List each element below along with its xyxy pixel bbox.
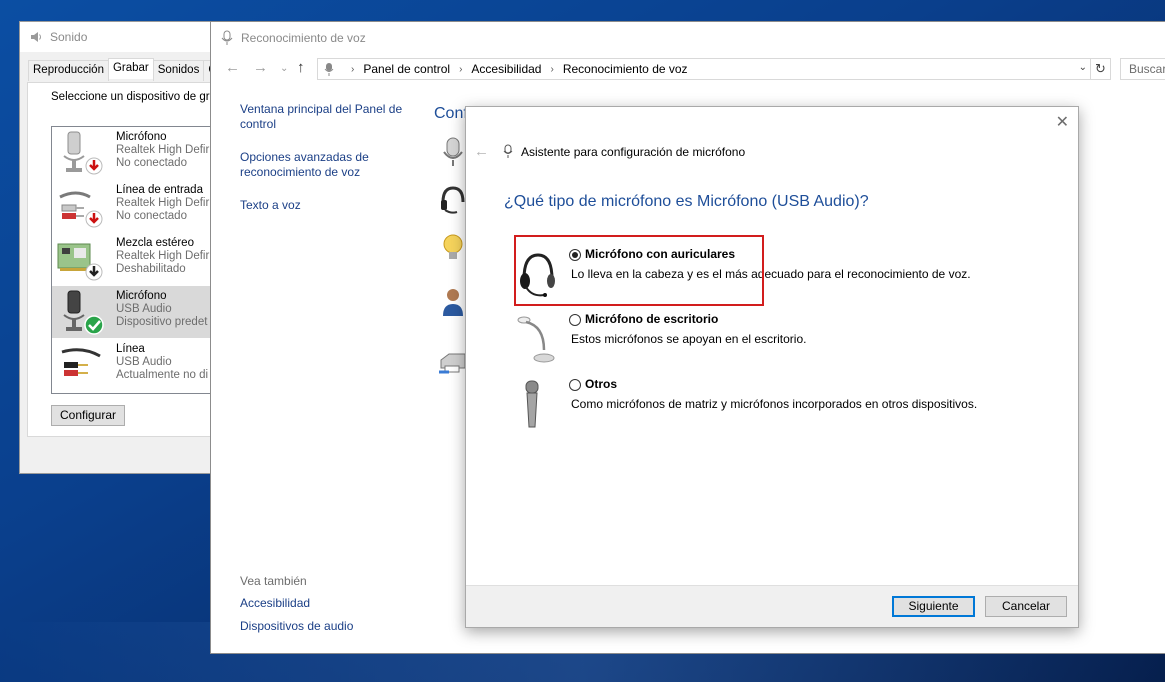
- device-name: Micrófono: [116, 290, 167, 302]
- desktop-microphone-icon: [517, 316, 555, 363]
- link-dispositivos-audio[interactable]: Dispositivos de audio: [240, 619, 353, 634]
- navigation-bar: ← → ⌄ ↑ › Panel de control › Accesibilid…: [211, 57, 1165, 81]
- radio-other[interactable]: [569, 379, 581, 391]
- left-nav: Ventana principal del Panel de control O…: [240, 102, 410, 231]
- sound-window: Sonido Reproducción Grabar Sonidos C Sel…: [19, 21, 222, 474]
- breadcrumb-reconocimiento[interactable]: Reconocimiento de voz: [563, 62, 688, 76]
- configure-button[interactable]: Configurar: [51, 405, 125, 426]
- list-item-linea-entrada[interactable]: Línea de entrada Realtek High Defir No c…: [52, 180, 220, 232]
- device-name: Línea de entrada: [116, 184, 203, 196]
- option-description: Estos micrófonos se apoyan en el escrito…: [571, 332, 807, 346]
- sound-tabs: Reproducción Grabar Sonidos C: [28, 58, 222, 81]
- breadcrumb-separator-icon: ›: [351, 63, 355, 75]
- option-desktop-microphone[interactable]: Micrófono de escritorio Estos micrófonos…: [510, 310, 1030, 370]
- device-status: Deshabilitado: [116, 263, 186, 275]
- device-name: Línea: [116, 343, 145, 355]
- wizard-title: Asistente para configuración de micrófon…: [521, 144, 746, 159]
- device-driver: Realtek High Defir: [116, 144, 210, 156]
- tab-sonidos[interactable]: Sonidos: [152, 60, 205, 81]
- microphone-icon: [503, 144, 513, 158]
- link-panel-principal[interactable]: Ventana principal del Panel de control: [240, 102, 410, 132]
- device-status: No conectado: [116, 210, 187, 222]
- microphone-icon: [63, 290, 104, 335]
- device-driver: USB Audio: [116, 356, 172, 368]
- radio-desktop-microphone[interactable]: [569, 314, 581, 326]
- list-item-linea-usb[interactable]: Línea USB Audio Actualmente no di: [52, 339, 220, 391]
- device-driver: Realtek High Defir: [116, 197, 210, 209]
- device-status: Dispositivo predet: [116, 316, 208, 328]
- option-other[interactable]: Otros Como micrófonos de matriz y micróf…: [510, 375, 1030, 435]
- handheld-microphone-icon: [525, 380, 539, 428]
- device-name: Mezcla estéreo: [116, 237, 194, 249]
- up-arrow-icon[interactable]: ↑: [297, 59, 305, 76]
- link-texto-a-voz[interactable]: Texto a voz: [240, 198, 410, 213]
- line-cable-icon: [61, 348, 101, 376]
- chevron-down-icon[interactable]: ⌄: [1079, 62, 1087, 73]
- recording-instruction: Seleccione un dispositivo de gr: [51, 91, 210, 103]
- breadcrumb-accesibilidad[interactable]: Accesibilidad: [471, 62, 541, 76]
- back-arrow-icon[interactable]: ←: [225, 59, 240, 76]
- option-label: Micrófono de escritorio: [585, 312, 719, 326]
- microphone-icon: [63, 131, 103, 175]
- address-bar[interactable]: › Panel de control › Accesibilidad › Rec…: [317, 58, 1091, 80]
- link-accesibilidad[interactable]: Accesibilidad: [240, 596, 353, 611]
- speech-titlebar[interactable]: Reconocimiento de voz: [211, 22, 1165, 54]
- search-input[interactable]: Buscar: [1120, 58, 1165, 80]
- device-status: No conectado: [116, 157, 187, 169]
- speaker-icon: [31, 32, 41, 42]
- wizard-footer: Siguiente Cancelar: [466, 585, 1078, 627]
- line-in-cable-icon: [59, 191, 103, 228]
- microphone-icon: [324, 62, 334, 76]
- microphone-setup-wizard: ✕ ← Asistente para configuración de micr…: [465, 106, 1079, 628]
- breadcrumb-separator-icon: ›: [550, 63, 554, 75]
- refresh-icon[interactable]: ↻: [1091, 58, 1111, 80]
- list-item-microfono-realtek[interactable]: Micrófono Realtek High Defir No conectad…: [52, 127, 220, 179]
- breadcrumb-panel-control[interactable]: Panel de control: [363, 62, 450, 76]
- option-description: Como micrófonos de matriz y micrófonos i…: [571, 397, 978, 411]
- sound-card-icon: [57, 243, 103, 281]
- microphone-icon: [221, 30, 233, 45]
- tab-grabar[interactable]: Grabar: [107, 58, 154, 79]
- list-item-mezcla-estereo[interactable]: Mezcla estéreo Realtek High Defir Deshab…: [52, 233, 220, 285]
- device-driver: USB Audio: [116, 303, 172, 315]
- sound-window-title: Sonido: [50, 30, 88, 44]
- list-item-microfono-usb[interactable]: Micrófono USB Audio Dispositivo predet: [52, 286, 220, 338]
- device-status: Actualmente no di: [116, 369, 209, 381]
- next-button[interactable]: Siguiente: [892, 596, 975, 617]
- page-title: Conf: [434, 105, 468, 122]
- tab-reproduccion[interactable]: Reproducción: [28, 60, 109, 81]
- speech-window-title: Reconocimiento de voz: [241, 31, 366, 45]
- link-opciones-avanzadas[interactable]: Opciones avanzadas de reconocimiento de …: [240, 150, 410, 180]
- selection-highlight-box: [514, 235, 764, 306]
- cancel-button[interactable]: Cancelar: [985, 596, 1067, 617]
- see-also-section: Vea también Accesibilidad Dispositivos d…: [240, 574, 353, 642]
- device-name: Micrófono: [116, 131, 167, 143]
- device-list: Micrófono Realtek High Defir No conectad…: [51, 126, 221, 394]
- see-also-header: Vea también: [240, 574, 307, 588]
- back-arrow-icon[interactable]: ←: [474, 143, 489, 160]
- recent-chevron-icon[interactable]: ⌄: [280, 63, 288, 74]
- sound-titlebar[interactable]: Sonido: [20, 22, 218, 52]
- wizard-question: ¿Qué tipo de micrófono es Micrófono (USB…: [504, 193, 869, 210]
- wizard-header: ← Asistente para configuración de micróf…: [474, 143, 745, 160]
- close-icon[interactable]: ✕: [1056, 112, 1069, 132]
- breadcrumb-separator-icon: ›: [459, 63, 463, 75]
- device-driver: Realtek High Defir: [116, 250, 210, 262]
- forward-arrow-icon[interactable]: →: [253, 59, 268, 76]
- option-label: Otros: [585, 377, 618, 391]
